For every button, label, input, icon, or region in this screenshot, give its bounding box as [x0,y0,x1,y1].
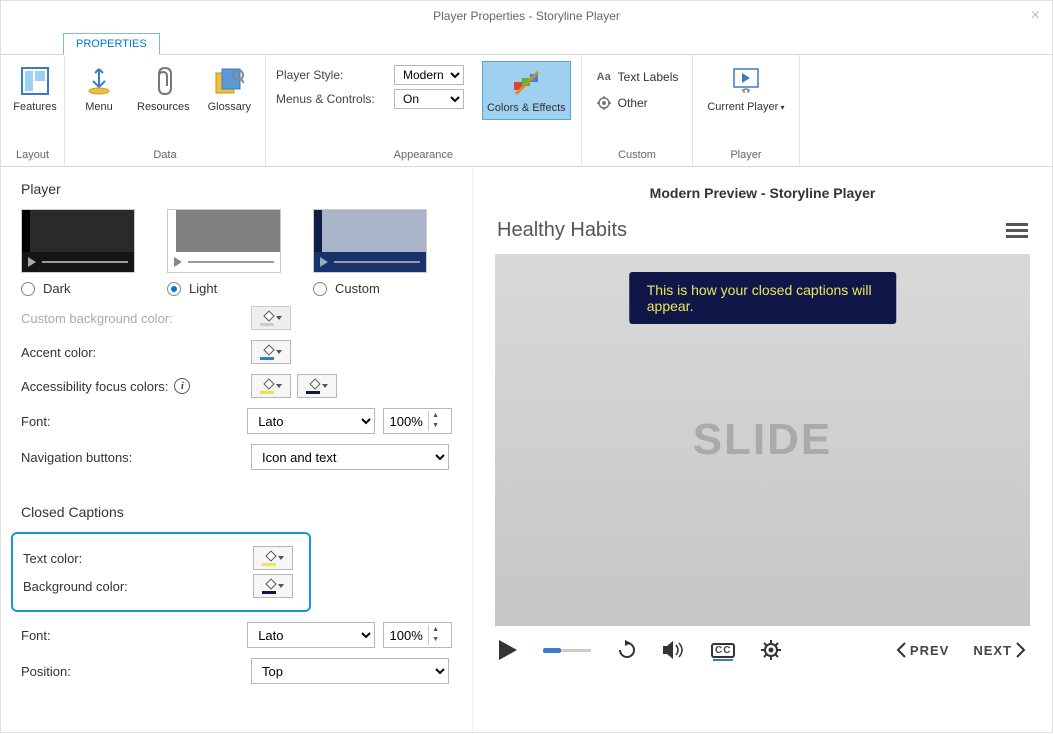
slide-preview: This is how your closed captions will ap… [495,254,1030,626]
settings-button[interactable] [761,640,781,660]
current-player-label: Current Player ▾ [707,101,784,114]
nav-buttons-select[interactable]: Icon and text [251,444,449,470]
accessibility-color-2-button[interactable] [297,374,337,398]
features-label: Features [13,101,56,113]
group-label-player: Player [703,146,788,164]
colors-effects-label: Colors & Effects [487,102,566,115]
menu-button[interactable]: Menu [75,61,123,117]
caption-text-color-label: Text color: [23,551,253,566]
player-font-label: Font: [21,414,247,429]
text-labels-icon: Aa [596,69,612,85]
resources-label: Resources [137,101,190,113]
slide-text: SLIDE [693,415,833,465]
tab-properties[interactable]: PROPERTIES [63,33,160,55]
accent-color-button[interactable] [251,340,291,364]
menu-icon [83,65,115,97]
ribbon-group-appearance: Player Style: Modern Menus & Controls: O… [266,55,582,166]
play-button[interactable] [499,640,517,660]
player-style-select[interactable]: Modern [394,65,464,85]
group-label-data: Data [75,146,255,164]
tab-row: PROPERTIES [1,31,1052,55]
group-label-layout: Layout [11,146,54,164]
text-labels-label: Text Labels [618,70,679,84]
ribbon-group-custom: Aa Text Labels Other Custom [582,55,694,166]
chevron-right-icon [1016,642,1026,658]
menu-label: Menu [85,101,113,113]
cc-button[interactable]: CC [711,643,735,658]
glossary-icon [213,65,245,97]
accessibility-label: Accessibility focus colors:i [21,378,251,394]
features-button[interactable]: Features [11,61,59,117]
other-label: Other [618,96,648,110]
group-label-custom: Custom [592,146,683,164]
left-panel: Player Dark Light Custom Custom backgrou… [1,167,473,734]
ribbon-group-layout: Features Layout [1,55,65,166]
theme-thumb-custom[interactable] [313,209,427,273]
captions-section-heading: Closed Captions [21,504,452,520]
close-icon[interactable]: × [1031,7,1040,25]
player-font-size-spinner[interactable]: ▲▼ [383,408,452,434]
menus-controls-select[interactable]: On [394,89,464,109]
volume-button[interactable] [663,640,685,660]
caption-bg-color-label: Background color: [23,579,253,594]
course-title: Healthy Habits [497,219,627,242]
menus-controls-label: Menus & Controls: [276,92,386,106]
glossary-button[interactable]: Glossary [204,61,255,117]
custom-bg-color-button [251,306,291,330]
player-font-select[interactable]: Lato [247,408,375,434]
gear-icon [761,640,781,660]
theme-radio-custom[interactable]: Custom [313,281,427,296]
window-title: Player Properties - Storyline Player [433,9,620,23]
glossary-label: Glossary [208,101,251,113]
caption-text-color-button[interactable] [253,546,293,570]
next-button[interactable]: NEXT [973,642,1026,658]
current-player-icon [730,65,762,97]
accent-label: Accent color: [21,345,251,360]
caption-font-label: Font: [21,628,247,643]
group-label-appearance: Appearance [276,146,571,164]
caption-font-size-spinner[interactable]: ▲▼ [383,622,452,648]
caption-position-label: Position: [21,664,251,679]
chevron-left-icon [896,642,906,658]
custom-bg-label: Custom background color: [21,311,251,326]
theme-thumb-light[interactable] [167,209,281,273]
titlebar: Player Properties - Storyline Player × [1,1,1052,31]
caption-position-select[interactable]: Top [251,658,449,684]
accessibility-color-1-button[interactable] [251,374,291,398]
caption-font-select[interactable]: Lato [247,622,375,648]
text-labels-button[interactable]: Aa Text Labels [592,67,683,87]
colors-effects-icon [510,66,542,98]
features-icon [19,65,51,97]
current-player-button[interactable]: Current Player ▾ [703,61,788,118]
nav-buttons-label: Navigation buttons: [21,450,251,465]
player-style-label: Player Style: [276,68,386,82]
volume-icon [663,640,685,660]
right-panel: Modern Preview - Storyline Player Health… [473,167,1052,734]
theme-radio-light[interactable]: Light [167,281,281,296]
hamburger-icon[interactable] [1006,220,1028,241]
theme-thumb-dark[interactable] [21,209,135,273]
play-icon [499,640,517,660]
ribbon: Features Layout Menu Resources [1,55,1052,167]
gear-icon [596,95,612,111]
ribbon-group-data: Menu Resources Glossary Data [65,55,266,166]
replay-icon [617,640,637,660]
theme-radio-dark[interactable]: Dark [21,281,135,296]
caption-preview: This is how your closed captions will ap… [629,272,897,324]
resources-button[interactable]: Resources [133,61,194,117]
paperclip-icon [147,65,179,97]
info-icon[interactable]: i [174,378,190,394]
colors-effects-button[interactable]: Colors & Effects [482,61,571,120]
highlight-box: Text color: Background color: [11,532,311,612]
ribbon-group-player: Current Player ▾ Player [693,55,799,166]
caption-bg-color-button[interactable] [253,574,293,598]
preview-title: Modern Preview - Storyline Player [487,185,1038,201]
replay-button[interactable] [617,640,637,660]
other-button[interactable]: Other [592,93,683,113]
player-section-heading: Player [21,181,452,197]
prev-button[interactable]: PREV [896,642,949,658]
cc-icon: CC [711,643,735,658]
progress-bar[interactable] [543,649,591,652]
